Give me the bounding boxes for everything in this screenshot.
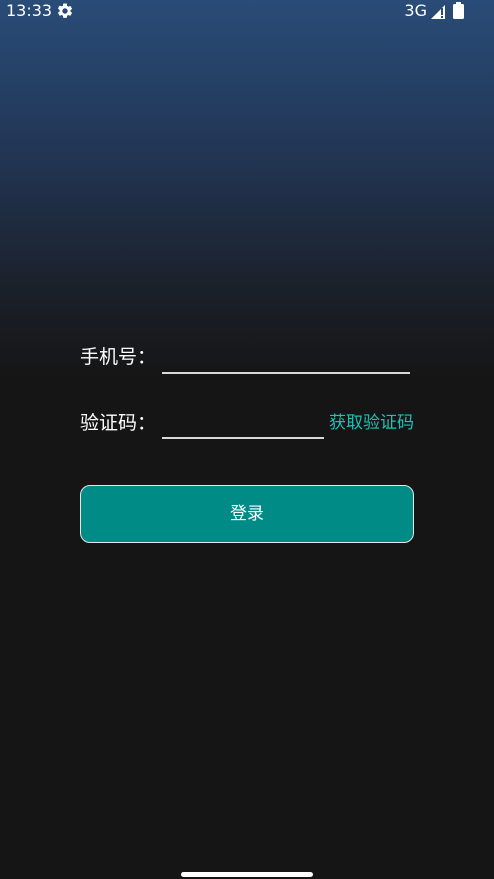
status-time: 13:33 xyxy=(6,1,53,20)
phone-input[interactable] xyxy=(162,344,410,372)
verification-code-input[interactable] xyxy=(162,409,324,437)
home-indicator[interactable] xyxy=(181,872,313,877)
network-type: 3G xyxy=(404,1,427,20)
status-bar: 13:33 3G xyxy=(0,0,494,24)
code-label: 验证码： xyxy=(80,412,157,434)
phone-input-underline xyxy=(162,372,410,374)
code-input-underline xyxy=(162,437,324,439)
get-code-button[interactable]: 获取验证码 xyxy=(329,412,414,434)
phone-label: 手机号： xyxy=(80,346,157,368)
gear-icon xyxy=(57,3,73,18)
battery-icon xyxy=(453,2,464,19)
signal-icon xyxy=(431,5,445,19)
login-button[interactable]: 登录 xyxy=(80,485,414,543)
